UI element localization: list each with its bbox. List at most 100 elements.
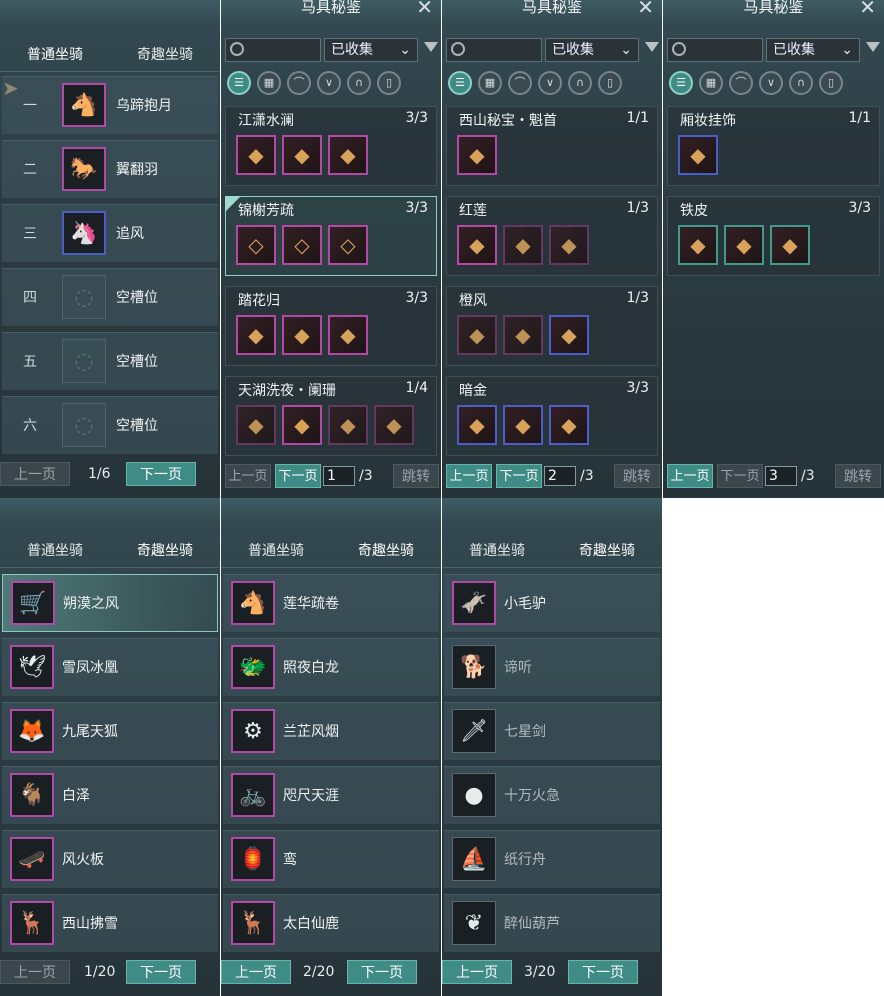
fun-mount-row[interactable]: ⚙ 兰芷风烟 (223, 702, 439, 760)
next-page-button[interactable]: 下一页 (126, 960, 196, 984)
close-icon[interactable]: ✕ (859, 0, 876, 17)
jump-button[interactable]: 跳转 (614, 464, 660, 488)
horseshoe-icon[interactable]: ∩ (347, 71, 371, 95)
gear-item-icon[interactable]: ◆ (549, 405, 589, 445)
collected-filter-dropdown[interactable]: 已收集 ⌄ (766, 38, 860, 62)
list-icon[interactable]: ☰ (227, 71, 251, 95)
mount-row-1[interactable]: 一 🐴 乌蹄抱月 (2, 76, 218, 134)
fun-mount-row[interactable]: 🦊 九尾天狐 (2, 702, 218, 760)
gear-item-icon[interactable]: ◆ (236, 405, 276, 445)
gear-item-icon[interactable]: ◆ (503, 315, 543, 355)
fun-mount-row[interactable]: 🗡 七星剑 (444, 702, 660, 760)
gear-set-card[interactable]: 江潇水澜 3/3 ◆ ◆ ◆ (225, 106, 437, 186)
gear-item-icon[interactable]: ◆ (678, 135, 718, 175)
filter-icon[interactable] (645, 42, 659, 52)
mount-row-6[interactable]: 六 ◌ 空槽位 (2, 396, 218, 454)
next-page-button[interactable]: 下一页 (496, 464, 542, 488)
prev-page-button[interactable]: 上一页 (446, 464, 492, 488)
search-input[interactable] (667, 38, 763, 62)
fun-mount-row[interactable]: 🫏 小毛驴 (444, 574, 660, 632)
gear-item-icon[interactable]: ◇ (282, 225, 322, 265)
stirrup-icon[interactable]: ∨ (317, 71, 341, 95)
prev-page-button[interactable]: 上一页 (442, 960, 512, 984)
next-page-button[interactable]: 下一页 (717, 464, 763, 488)
gear-item-icon[interactable]: ◇ (328, 225, 368, 265)
page-number-input[interactable]: 2 (544, 466, 576, 486)
tab-fun-mounts[interactable]: 奇趣坐骑 (552, 534, 662, 567)
page-number-input[interactable]: 1 (323, 466, 355, 486)
saddle-icon[interactable]: ⌒ (729, 71, 753, 95)
prev-page-button[interactable]: 上一页 (0, 960, 70, 984)
gear-set-card[interactable]: 橙风 1/3 ◆ ◆ ◆ (446, 286, 658, 366)
tab-normal-mounts[interactable]: 普通坐骑 (0, 38, 110, 71)
search-input[interactable] (446, 38, 542, 62)
fun-mount-row[interactable]: ● 十万火急 (444, 766, 660, 824)
gear-item-icon[interactable]: ◆ (457, 405, 497, 445)
gear-item-icon[interactable]: ◆ (282, 315, 322, 355)
jump-button[interactable]: 跳转 (393, 464, 439, 488)
fun-mount-row[interactable]: 🦌 太白仙鹿 (223, 894, 439, 952)
fun-mount-row[interactable]: 🐐 白泽 (2, 766, 218, 824)
gear-set-card[interactable]: 暗金 3/3 ◆ ◆ ◆ (446, 376, 658, 456)
page-number-input[interactable]: 3 (765, 466, 797, 486)
mount-row-2[interactable]: 二 🐎 翼翻羽 (2, 140, 218, 198)
gear-item-icon[interactable]: ◆ (236, 135, 276, 175)
saddle-icon[interactable]: ⌒ (508, 71, 532, 95)
grid-icon[interactable]: ▦ (478, 71, 502, 95)
gear-set-card[interactable]: 踏花归 3/3 ◆ ◆ ◆ (225, 286, 437, 366)
mount-row-5[interactable]: 五 ◌ 空槽位 (2, 332, 218, 390)
gear-item-icon[interactable]: ◆ (236, 315, 276, 355)
next-page-button[interactable]: 下一页 (347, 960, 417, 984)
fun-mount-row[interactable]: 🛒 朔漠之风 (2, 574, 218, 632)
gear-item-icon[interactable]: ◇ (236, 225, 276, 265)
fun-mount-row[interactable]: 🦌 西山拂雪 (2, 894, 218, 952)
gear-item-icon[interactable]: ◆ (770, 225, 810, 265)
horseshoe-icon[interactable]: ∩ (789, 71, 813, 95)
gear-item-icon[interactable]: ◆ (457, 315, 497, 355)
tab-normal-mounts[interactable]: 普通坐骑 (0, 534, 110, 567)
prev-page-button[interactable]: 上一页 (0, 462, 70, 486)
filter-icon[interactable] (866, 42, 880, 52)
gear-item-icon[interactable]: ◆ (457, 135, 497, 175)
gear-set-card[interactable]: 红莲 1/3 ◆ ◆ ◆ (446, 196, 658, 276)
filter-icon[interactable] (424, 42, 438, 52)
mount-row-3[interactable]: 三 🦄 追风 (2, 204, 218, 262)
fun-mount-row[interactable]: 🛹 风火板 (2, 830, 218, 888)
fun-mount-row[interactable]: 🐴 莲华疏卷 (223, 574, 439, 632)
horseshoe-icon[interactable]: ∩ (568, 71, 592, 95)
mount-row-4[interactable]: 四 ◌ 空槽位 (2, 268, 218, 326)
jump-button[interactable]: 跳转 (835, 464, 881, 488)
prev-page-button[interactable]: 上一页 (221, 960, 291, 984)
gear-item-icon[interactable]: ◆ (503, 225, 543, 265)
prev-page-button[interactable]: 上一页 (225, 464, 271, 488)
list-icon[interactable]: ☰ (448, 71, 472, 95)
next-page-button[interactable]: 下一页 (126, 462, 196, 486)
grid-icon[interactable]: ▦ (699, 71, 723, 95)
gear-item-icon[interactable]: ◆ (503, 405, 543, 445)
gear-item-icon[interactable]: ◆ (549, 225, 589, 265)
tab-fun-mounts[interactable]: 奇趣坐骑 (331, 534, 441, 567)
stirrup-icon[interactable]: ∨ (538, 71, 562, 95)
tab-fun-mounts[interactable]: 奇趣坐骑 (110, 38, 220, 71)
armor-icon[interactable]: ▯ (377, 71, 401, 95)
fun-mount-row[interactable]: ⛵ 纸行舟 (444, 830, 660, 888)
gear-item-icon[interactable]: ◆ (549, 315, 589, 355)
gear-set-card[interactable]: 西山秘宝・魁首 1/1 ◆ (446, 106, 658, 186)
gear-item-icon[interactable]: ◆ (328, 405, 368, 445)
tab-normal-mounts[interactable]: 普通坐骑 (442, 534, 552, 567)
fun-mount-row[interactable]: 🚲 咫尺天涯 (223, 766, 439, 824)
search-input[interactable] (225, 38, 321, 62)
fun-mount-row[interactable]: 🐕 谛听 (444, 638, 660, 696)
armor-icon[interactable]: ▯ (598, 71, 622, 95)
gear-item-icon[interactable]: ◆ (678, 225, 718, 265)
saddle-icon[interactable]: ⌒ (287, 71, 311, 95)
gear-item-icon[interactable]: ◆ (457, 225, 497, 265)
gear-set-card[interactable]: 天湖洗夜・阑珊 1/4 ◆ ◆ ◆ ◆ (225, 376, 437, 456)
fun-mount-row[interactable]: 🏮 鸾 (223, 830, 439, 888)
tab-normal-mounts[interactable]: 普通坐骑 (221, 534, 331, 567)
grid-icon[interactable]: ▦ (257, 71, 281, 95)
gear-set-card[interactable]: 铁皮 3/3 ◆ ◆ ◆ (667, 196, 880, 276)
collected-filter-dropdown[interactable]: 已收集 ⌄ (545, 38, 639, 62)
list-icon[interactable]: ☰ (669, 71, 693, 95)
collected-filter-dropdown[interactable]: 已收集 ⌄ (324, 38, 418, 62)
